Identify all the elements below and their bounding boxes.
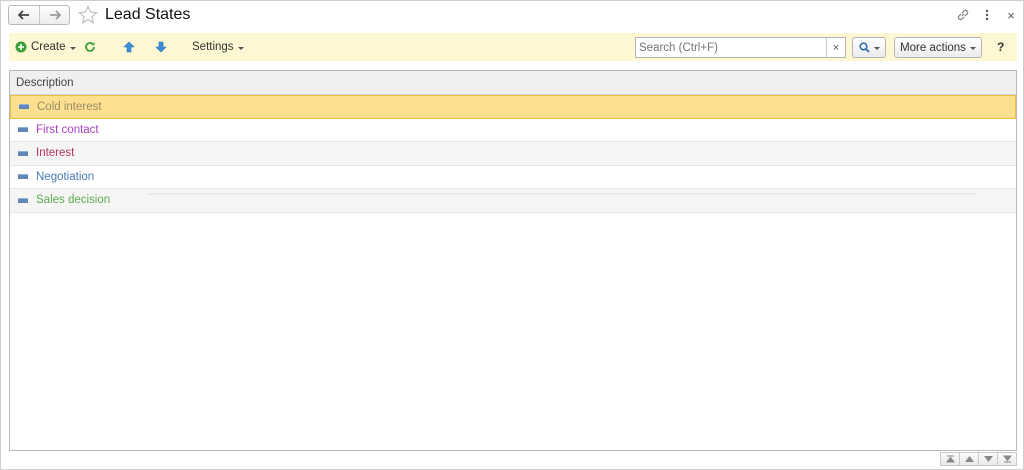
move-down-button[interactable] [155,33,167,61]
help-button[interactable]: ? [997,33,1004,61]
table-row[interactable]: First contact [10,119,1016,142]
history-nav [8,5,70,25]
create-label: Create [31,41,66,53]
search-box: × [635,37,846,58]
double-down-icon [1002,455,1012,463]
scroll-down-button[interactable] [978,452,998,466]
double-up-icon [945,455,955,463]
row-description: Interest [36,147,75,160]
link-icon [957,9,969,21]
chevron-down-icon [69,46,76,50]
scroll-to-top-button[interactable] [940,452,960,466]
column-header-description[interactable]: Description [10,71,1016,95]
table-row[interactable]: Negotiation [10,166,1016,189]
triangle-up-icon [964,456,974,462]
lead-states-window: Lead States × Create Settings Search (Ct… [0,0,1024,470]
command-bar: Create Settings × More actions ? [9,33,1017,61]
more-actions-label: More actions [900,41,966,54]
star-icon [78,5,98,24]
scroll-to-bottom-button[interactable] [997,452,1017,466]
table-row[interactable]: Sales decision [10,189,1016,213]
link-button[interactable] [955,7,971,23]
kebab-icon [985,9,989,21]
search-clear-button[interactable]: × [826,38,845,57]
table-row[interactable]: Cold interest [10,95,1016,119]
settings-button[interactable]: Settings [192,33,244,61]
arrow-down-icon [155,41,167,53]
chevron-down-icon [237,46,244,50]
chevron-down-icon [873,47,880,50]
create-button[interactable]: Create [15,33,76,61]
title-bar: Lead States × [1,1,1023,31]
triangle-down-icon [983,456,993,462]
forward-button[interactable] [39,6,69,24]
refresh-icon [85,42,95,52]
refresh-button[interactable] [84,33,96,61]
arrow-right-icon [49,10,61,20]
lead-states-table: Description Cold interest First contact … [9,70,1017,451]
item-icon [18,197,28,203]
row-description: Negotiation [36,170,95,183]
back-button[interactable] [9,6,39,24]
favorite-button[interactable] [78,5,98,25]
item-icon [18,127,28,133]
settings-label: Settings [192,41,234,53]
row-description: Sales decision [36,194,111,207]
item-icon [18,150,28,156]
table-row[interactable]: Interest [10,142,1016,166]
row-description: First contact [36,123,99,136]
close-button[interactable]: × [1003,7,1019,23]
search-icon [858,42,870,53]
chevron-down-icon [969,47,976,50]
item-icon [19,104,29,110]
more-actions-button[interactable]: More actions [894,37,982,58]
arrow-up-icon [123,41,135,53]
search-input[interactable] [636,38,826,57]
row-divider [148,193,976,195]
scroll-up-button[interactable] [959,452,979,466]
more-options-button[interactable] [979,7,995,23]
move-up-button[interactable] [123,33,135,61]
page-title: Lead States [105,6,191,23]
item-icon [18,174,28,180]
row-description: Cold interest [37,100,102,113]
search-options-button[interactable] [852,37,886,58]
plus-circle-icon [15,41,27,53]
arrow-left-icon [18,10,29,20]
